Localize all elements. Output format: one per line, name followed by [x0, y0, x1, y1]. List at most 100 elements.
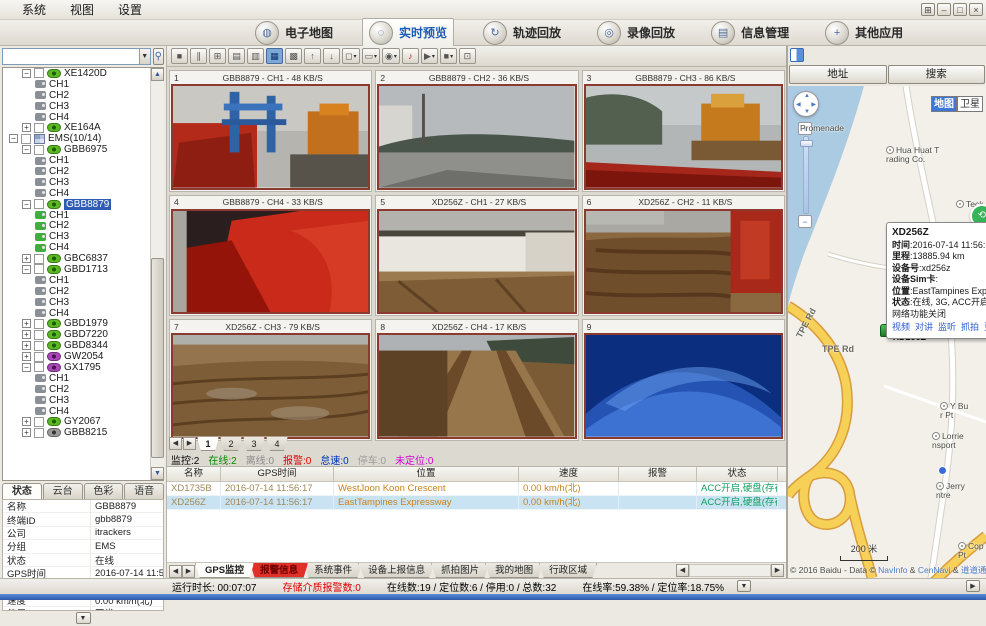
collapse-icon[interactable]: −: [22, 265, 31, 274]
expand-icon[interactable]: +: [22, 319, 31, 328]
popup-link-抓拍[interactable]: 抓拍: [961, 322, 979, 334]
column-header-名称[interactable]: 名称: [167, 467, 221, 481]
tree-checkbox[interactable]: [34, 352, 44, 362]
tree-checkbox[interactable]: [21, 134, 31, 144]
tab-语音[interactable]: 语音: [124, 483, 164, 499]
tree-node[interactable]: −EMS(10/14): [3, 133, 163, 144]
column-header-位置[interactable]: 位置: [334, 467, 519, 481]
view-pause-button[interactable]: ∥: [190, 48, 207, 64]
map-pan-control[interactable]: ▲▼ ◀▶: [793, 91, 819, 117]
monitor-tab-抓拍图片[interactable]: 抓拍图片: [431, 563, 489, 578]
tree-checkbox[interactable]: [34, 341, 44, 351]
stop-button[interactable]: ■▾: [440, 48, 457, 64]
device-search-input[interactable]: [2, 48, 140, 65]
map-view[interactable]: ▲▼ ◀▶ + − 地图 卫星 PromenadeHua Huat Tradin…: [788, 86, 986, 578]
grid-6-button[interactable]: ▤: [228, 48, 245, 64]
video-page-tab-1[interactable]: 1: [197, 437, 219, 451]
table-row[interactable]: XD256Z2016-07-14 11:56:17EastTampines Ex…: [167, 496, 787, 510]
search-dropdown-arrow-icon[interactable]: ▼: [140, 48, 151, 65]
grid-3x3-button[interactable]: ▦: [266, 48, 283, 64]
video-cell-6[interactable]: 6XD256Z - CH2 - 11 KB/S: [582, 195, 785, 317]
video-page-tab-2[interactable]: 2: [220, 437, 242, 451]
statusbar-dropdown-button[interactable]: ▼: [737, 580, 751, 592]
tree-checkbox[interactable]: [34, 330, 44, 340]
monitor-tab-设备上报信息[interactable]: 设备上报信息: [358, 563, 435, 578]
toolbar-button-实时预览[interactable]: ◌实时预览: [362, 18, 454, 48]
tab-色彩[interactable]: 色彩: [84, 483, 124, 499]
tree-node[interactable]: +GW2054: [3, 351, 163, 362]
minimize-icon[interactable]: –: [937, 3, 951, 16]
layout-icon[interactable]: ⊞: [921, 3, 935, 16]
tree-checkbox[interactable]: [34, 123, 44, 133]
video-cell-3[interactable]: 3GBB8879 - CH3 - 86 KB/S: [582, 70, 785, 192]
search-button[interactable]: 搜索: [888, 65, 986, 84]
tree-node[interactable]: CH2: [3, 384, 163, 395]
collapse-icon[interactable]: −: [9, 134, 18, 143]
tree-checkbox[interactable]: [34, 417, 44, 427]
monitor-tab-行政区域[interactable]: 行政区域: [539, 563, 597, 578]
tree-node[interactable]: CH4: [3, 406, 163, 417]
monitortab-left-icon[interactable]: ◀: [169, 565, 182, 578]
popup-link-监听[interactable]: 监听: [938, 322, 956, 334]
play-button[interactable]: ▶▾: [421, 48, 438, 64]
collapse-icon[interactable]: −: [22, 363, 31, 372]
column-header-状态[interactable]: 状态: [697, 467, 778, 481]
tree-node[interactable]: CH1: [3, 210, 163, 221]
menu-item-设置[interactable]: 设置: [106, 0, 154, 20]
tree-node[interactable]: +GY2067: [3, 417, 163, 428]
monitor-tab-GPS监控[interactable]: GPS监控: [195, 563, 254, 578]
tree-node[interactable]: CH2: [3, 166, 163, 177]
tree-node[interactable]: −GBD1713: [3, 264, 163, 275]
tree-node[interactable]: CH2: [3, 220, 163, 231]
video-page-tab-4[interactable]: 4: [266, 437, 288, 451]
collapse-icon[interactable]: −: [22, 69, 31, 78]
column-header-报警[interactable]: 报警: [619, 467, 697, 481]
restore-icon[interactable]: □: [953, 3, 967, 16]
tree-node[interactable]: CH3: [3, 297, 163, 308]
menu-item-系统[interactable]: 系统: [10, 0, 58, 20]
scroll-down-icon[interactable]: ▼: [151, 467, 164, 480]
tree-node[interactable]: +GBD1979: [3, 318, 163, 329]
expand-icon[interactable]: +: [22, 417, 31, 426]
collapse-icon[interactable]: −: [22, 200, 31, 209]
page-down-button[interactable]: ↓: [323, 48, 340, 64]
hscroll-left-icon[interactable]: ◀: [676, 564, 689, 577]
toolbar-button-其他应用[interactable]: +其他应用: [818, 18, 910, 48]
tree-checkbox[interactable]: [34, 68, 44, 78]
tree-node[interactable]: +GBD8344: [3, 340, 163, 351]
tree-node[interactable]: −GBB6975: [3, 144, 163, 155]
tree-node[interactable]: CH4: [3, 242, 163, 253]
tree-checkbox[interactable]: [34, 428, 44, 438]
monitor-tab-报警信息[interactable]: 报警信息: [250, 563, 308, 578]
expand-icon[interactable]: +: [22, 341, 31, 350]
tree-scrollbar[interactable]: ▲ ▼: [150, 68, 164, 480]
popup-link-对讲[interactable]: 对讲: [915, 322, 933, 334]
video-cell-8[interactable]: 8XD256Z - CH4 - 17 KB/S: [375, 319, 578, 441]
tree-checkbox[interactable]: [34, 319, 44, 329]
tree-node[interactable]: CH3: [3, 395, 163, 406]
fullscreen-button[interactable]: ⊡: [459, 48, 476, 64]
video-cell-7[interactable]: 7XD256Z - CH3 - 79 KB/S: [169, 319, 372, 441]
grid-8-button[interactable]: ▥: [247, 48, 264, 64]
toolbar-button-录像回放[interactable]: ◎录像回放: [590, 18, 682, 48]
scroll-up-icon[interactable]: ▲: [151, 68, 164, 81]
table-row[interactable]: XD1735B2016-07-14 11:56:17WestJoon Koon …: [167, 482, 787, 496]
snapshot-button[interactable]: ◉▾: [382, 48, 400, 64]
tree-node[interactable]: CH4: [3, 112, 163, 123]
tree-checkbox[interactable]: [34, 199, 44, 209]
video-cell-9[interactable]: 9: [582, 319, 785, 441]
map-type-satellite-button[interactable]: 卫星: [957, 96, 983, 112]
collapse-icon[interactable]: −: [22, 145, 31, 154]
pagetab-left-icon[interactable]: ◀: [169, 437, 182, 450]
tree-node[interactable]: CH3: [3, 101, 163, 112]
map-type-map-button[interactable]: 地图: [931, 96, 957, 112]
tree-checkbox[interactable]: [34, 362, 44, 372]
monitor-tab-我的地图[interactable]: 我的地图: [485, 563, 543, 578]
tree-node[interactable]: CH3: [3, 231, 163, 242]
table-hscrollbar[interactable]: ◀ ▶: [676, 564, 784, 577]
tree-node[interactable]: CH1: [3, 79, 163, 90]
video-page-tab-3[interactable]: 3: [243, 437, 265, 451]
expand-icon[interactable]: +: [22, 428, 31, 437]
zoom-out-icon[interactable]: −: [798, 215, 812, 228]
video-cell-4[interactable]: 4GBB8879 - CH4 - 33 KB/S: [169, 195, 372, 317]
